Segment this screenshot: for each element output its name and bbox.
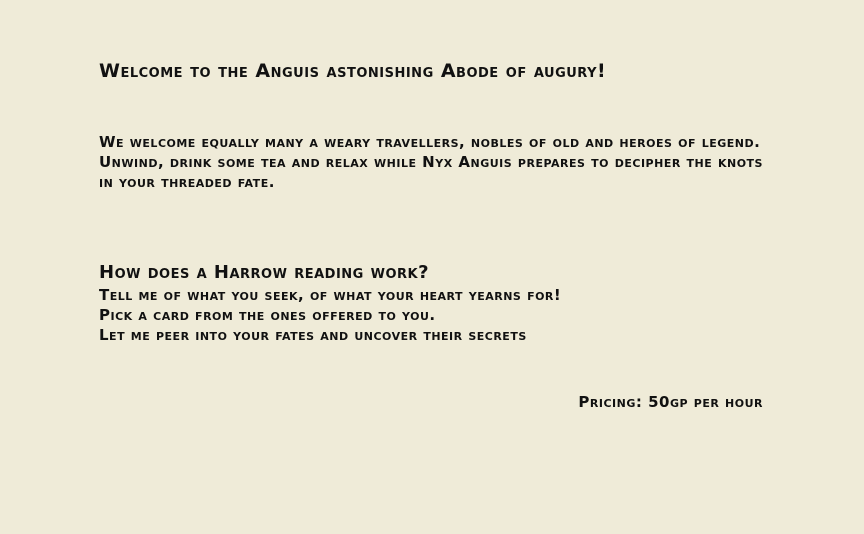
page-title: Welcome to the Anguis astonishing Abode … (99, 60, 607, 82)
how-it-works-steps: Tell me of what you seek, of what your h… (99, 285, 561, 345)
step-item: Tell me of what you seek, of what your h… (99, 286, 562, 304)
intro-relax-text: Unwind, drink some tea and relax while N… (99, 153, 763, 191)
step-item: Let me peer into your fates and uncover … (99, 326, 527, 344)
how-it-works-heading: How does a Harrow reading work? (99, 262, 430, 283)
step-item: Pick a card from the ones offered to you… (99, 306, 436, 324)
pricing-text: Pricing: 50gp per hour (578, 393, 763, 411)
intro-section: We welcome equally many a weary travelle… (99, 132, 763, 192)
intro-welcome-text: We welcome equally many a weary travelle… (99, 133, 761, 151)
